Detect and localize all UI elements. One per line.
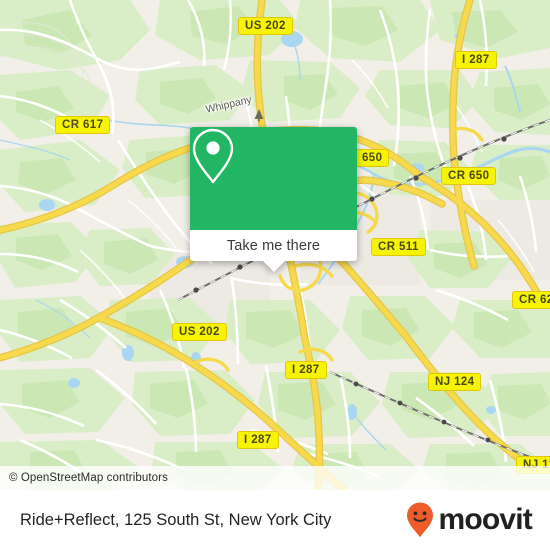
popup-header	[190, 127, 357, 230]
attribution-text: © OpenStreetMap contributors	[9, 472, 168, 484]
location-pin-icon	[192, 128, 234, 184]
road-shield-650: 650	[355, 149, 390, 167]
road-shield-i-287-northeast: I 287	[455, 51, 497, 69]
popup-action-bar[interactable]: Take me there	[190, 230, 357, 272]
map-attribution-bar: © OpenStreetMap contributors	[0, 466, 550, 490]
road-shield-cr-650: CR 650	[441, 167, 497, 185]
location-title: Ride+Reflect, 125 South St, New York Cit…	[20, 510, 332, 529]
road-shield-cr-623: CR 623	[512, 291, 550, 309]
take-me-there-label: Take me there	[226, 237, 321, 254]
location-popup-card[interactable]: Take me there	[190, 127, 357, 272]
map-screenshot: Whippany US 202 I 287 CR 617 650 CR 650 …	[0, 0, 550, 550]
road-shield-nj-124-east: NJ 124	[428, 373, 482, 391]
map-canvas[interactable]: Whippany US 202 I 287 CR 617 650 CR 650 …	[0, 0, 550, 490]
road-shield-i-287-south: I 287	[237, 431, 279, 449]
road-shield-cr-617: CR 617	[55, 116, 111, 134]
moovit-logo[interactable]: moovit	[405, 501, 533, 539]
road-shield-cr-511: CR 511	[371, 238, 426, 256]
popup-pointer	[262, 261, 285, 272]
road-shield-us-202-north: US 202	[238, 17, 293, 35]
place-marker-icon	[254, 109, 264, 122]
moovit-wordmark: moovit	[438, 503, 532, 536]
road-shield-us-202-south: US 202	[172, 323, 227, 341]
footer-bar: Ride+Reflect, 125 South St, New York Cit…	[0, 490, 550, 550]
road-shield-i-287-center: I 287	[285, 361, 327, 379]
moovit-pin-icon	[407, 502, 434, 538]
